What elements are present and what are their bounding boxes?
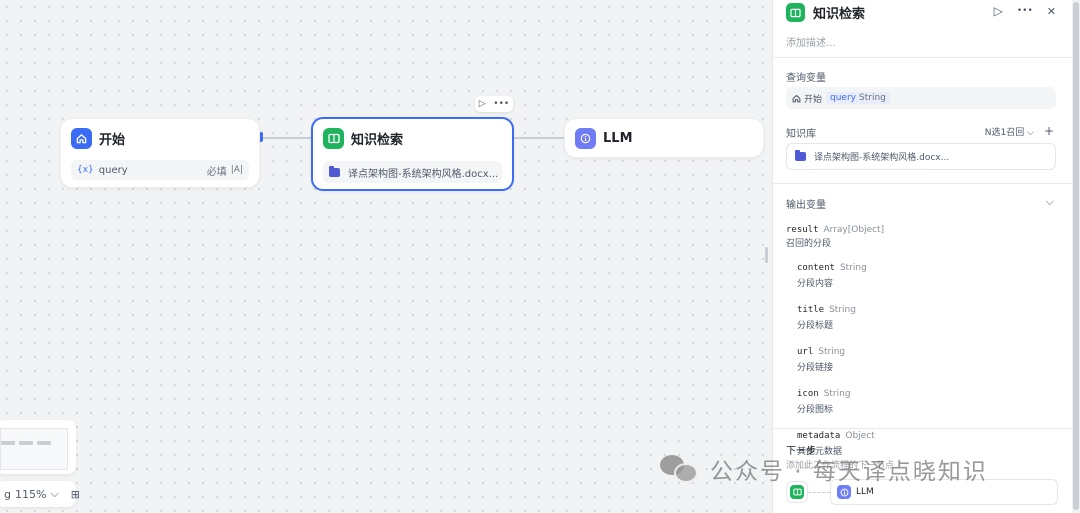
field-desc: 分段图标 <box>797 405 834 415</box>
close-icon[interactable]: ✕ <box>1047 5 1056 18</box>
chevron-down-icon[interactable]: ⌵ <box>1046 195 1054 209</box>
workflow-canvas[interactable]: 开始 {x} query 必填 |A| ▷ ••• 知识检索 译点架构图-系统架… <box>0 0 772 513</box>
output-field: title String 分段标题 <box>797 297 1046 331</box>
output-field: content String 分段内容 <box>797 255 1046 289</box>
edge-start-kb <box>262 137 311 139</box>
kb-file-row: 译点架构图-系统架构风格.docx... <box>323 161 502 183</box>
zoom-prefix: g <box>4 487 11 501</box>
knowledge-retrieval-node[interactable]: 知识检索 译点架构图-系统架构风格.docx... <box>311 117 514 191</box>
field-name: title <box>797 305 825 315</box>
divider <box>773 183 1072 184</box>
variable-type: String <box>859 93 886 103</box>
next-node-name: LLM <box>856 487 874 497</box>
minimap-viewport <box>0 428 68 470</box>
minimap[interactable] <box>0 420 76 474</box>
run-node-button[interactable]: ▷ <box>479 99 486 109</box>
recall-mode-value: N选1召回 <box>984 127 1025 138</box>
output-root: result Array[Object] 召回的分段 <box>786 217 1046 249</box>
zoom-value[interactable]: 115% <box>15 488 46 501</box>
field-desc: 分段标题 <box>797 321 834 331</box>
output-desc: 召回的分段 <box>786 239 832 249</box>
output-field: url String 分段链接 <box>797 339 1046 373</box>
output-variable-label: 输出变量 <box>786 200 826 211</box>
divider <box>773 57 1072 58</box>
edge-kb-llm <box>514 137 564 139</box>
folder-icon <box>329 165 340 177</box>
node-config-panel: 知识检索 ▷ ••• ✕ 添加描述... 查询变量 开始 query String… <box>772 0 1072 513</box>
field-type: String <box>839 263 867 273</box>
wechat-logo-icon <box>660 453 700 485</box>
panel-title[interactable]: 知识检索 <box>813 3 865 22</box>
more-options-button[interactable]: ••• <box>1017 6 1033 16</box>
more-options-button[interactable]: ••• <box>493 99 509 109</box>
minimap-node <box>19 441 33 445</box>
description-input[interactable]: 添加描述... <box>786 34 836 49</box>
field-name: metadata <box>797 431 841 441</box>
output-type: Array[Object] <box>823 225 885 235</box>
info-icon <box>575 128 596 149</box>
field-desc: 分段内容 <box>797 279 834 289</box>
divider <box>773 428 1072 429</box>
variable-name: query <box>830 93 856 103</box>
minimap-node <box>37 441 51 445</box>
query-variable-label: 查询变量 <box>786 73 826 84</box>
panel-resize-handle[interactable] <box>765 247 768 263</box>
output-field: icon String 分段图标 <box>797 381 1046 415</box>
minimap-node <box>1 441 15 445</box>
kb-file-name: 译点架构图-系统架构风格.docx... <box>348 168 499 180</box>
zoom-control[interactable]: g 115% ⌵ ⊞ <box>0 481 80 507</box>
field-name: url <box>797 347 814 357</box>
knowledge-base-item[interactable]: 译点架构图-系统架构风格.docx... <box>786 143 1056 170</box>
knowledge-base-label: 知识库 <box>786 129 816 140</box>
output-name: result <box>786 225 819 235</box>
watermark-text: 公众号 · 每天译点晓知识 <box>710 459 988 485</box>
panel-scrollbar[interactable] <box>1072 0 1080 513</box>
start-node-title: 开始 <box>99 133 126 148</box>
home-icon <box>71 128 92 149</box>
llm-node[interactable]: LLM <box>564 118 764 158</box>
field-name: icon <box>797 389 819 399</box>
kb-node-title: 知识检索 <box>351 133 404 148</box>
add-knowledge-button[interactable]: + <box>1044 124 1054 138</box>
start-param-row: {x} query 必填 |A| <box>71 160 249 180</box>
chevron-down-icon[interactable]: ⌵ <box>50 487 58 501</box>
source-node-chip: 开始 <box>792 92 822 105</box>
field-type: String <box>823 389 851 399</box>
node-toolbar: ▷ ••• <box>475 96 513 112</box>
book-icon <box>790 485 804 499</box>
field-type: Object <box>845 431 875 441</box>
run-node-button[interactable]: ▷ <box>994 4 1003 18</box>
variable-icon: {x} <box>77 165 94 175</box>
book-icon <box>323 128 344 149</box>
home-icon <box>792 94 801 102</box>
source-node-name: 开始 <box>804 94 823 105</box>
field-type: String <box>829 305 856 315</box>
info-icon <box>837 485 851 499</box>
variable-chip: query String <box>826 92 890 104</box>
folder-icon <box>795 150 806 161</box>
kb-file-name: 译点架构图-系统架构风格.docx... <box>814 153 950 163</box>
fit-view-icon[interactable]: ⊞ <box>71 488 80 501</box>
start-node[interactable]: 开始 {x} query 必填 |A| <box>60 118 260 188</box>
field-desc: 分段链接 <box>797 363 834 373</box>
llm-node-title: LLM <box>603 131 633 146</box>
param-type-badge: |A| <box>230 165 243 175</box>
flow-connector <box>808 491 830 493</box>
recall-mode-select[interactable]: N选1召回 ⌵ <box>985 125 1034 138</box>
book-icon <box>786 3 805 22</box>
param-required: 必填 <box>206 166 227 178</box>
scrollbar-thumb[interactable] <box>1073 2 1079 510</box>
param-name: query <box>98 164 128 176</box>
watermark: 公众号 · 每天译点晓知识 <box>660 452 988 486</box>
chevron-down-icon: ⌵ <box>1027 127 1034 138</box>
field-name: content <box>797 263 835 273</box>
field-type: String <box>818 347 846 357</box>
query-variable-selector[interactable]: 开始 query String <box>786 87 1056 109</box>
